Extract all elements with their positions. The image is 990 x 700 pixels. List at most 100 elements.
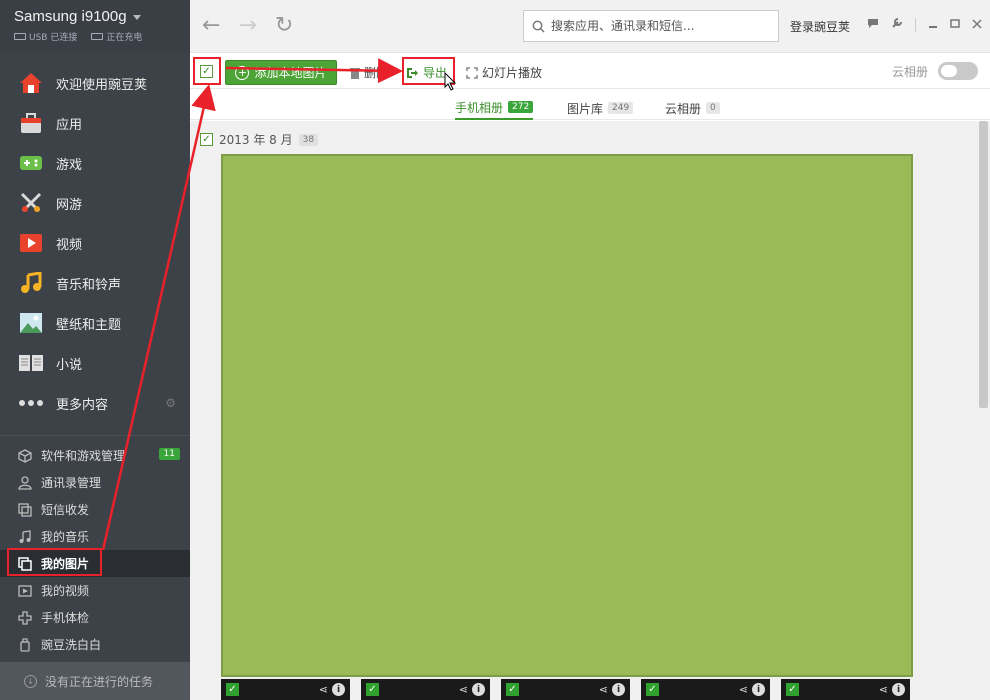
vertical-scrollbar[interactable] bbox=[979, 121, 988, 408]
group-count-badge: 38 bbox=[298, 133, 319, 146]
cloud-album-toggle-group: 云相册 bbox=[892, 62, 978, 80]
nav-item-label: 更多内容 bbox=[56, 397, 109, 413]
history-nav: ← → ↻ bbox=[202, 14, 293, 38]
photo-checkbox[interactable]: ✓ bbox=[786, 683, 799, 696]
group-select-checkbox[interactable]: ✓ bbox=[200, 133, 213, 146]
manage-nav: 软件和游戏管理 11 通讯录管理 短信收发 我的音乐 我的图片 我的视频 手机体… bbox=[0, 436, 190, 658]
photo-checkbox[interactable]: ✓ bbox=[646, 683, 659, 696]
nav-item-music-ringtones[interactable]: 音乐和铃声 bbox=[0, 263, 190, 303]
refresh-icon[interactable]: ↻ bbox=[275, 14, 293, 38]
login-link[interactable]: 登录豌豆荚 bbox=[790, 18, 850, 35]
more-dots-icon bbox=[18, 391, 44, 415]
tab-count-badge: 0 bbox=[706, 102, 720, 114]
nav-item-my-music[interactable]: 我的音乐 bbox=[0, 523, 190, 550]
photo-thumbnail[interactable]: ✓ ⋖ i bbox=[221, 679, 350, 700]
update-count-badge: 11 bbox=[158, 448, 180, 460]
tab-label: 图片库 bbox=[567, 101, 604, 116]
nav-item-welcome[interactable]: 欢迎使用豌豆荚 bbox=[0, 63, 190, 103]
info-icon[interactable]: i bbox=[892, 683, 905, 696]
close-icon[interactable] bbox=[972, 18, 982, 32]
group-date-label: 2013 年 8 月 bbox=[219, 133, 293, 147]
nav-item-contacts[interactable]: 通讯录管理 bbox=[0, 469, 190, 496]
slideshow-button[interactable]: 幻灯片播放 bbox=[466, 64, 542, 81]
photo-thumbnail[interactable]: ✓ ⋖ i bbox=[501, 679, 630, 700]
nav-item-sms[interactable]: 短信收发 bbox=[0, 496, 190, 523]
nav-item-label: 通讯录管理 bbox=[41, 476, 102, 490]
maximize-icon[interactable] bbox=[950, 18, 960, 32]
info-icon[interactable]: i bbox=[612, 683, 625, 696]
photo-checkbox[interactable]: ✓ bbox=[506, 683, 519, 696]
photo-thumbnail[interactable]: ✓ ⋖ i bbox=[361, 679, 490, 700]
nav-item-more[interactable]: 更多内容 ⚙ bbox=[0, 383, 190, 423]
wrench-icon[interactable] bbox=[891, 17, 903, 32]
chevron-down-icon[interactable] bbox=[132, 15, 141, 20]
share-icon[interactable]: ⋖ bbox=[319, 683, 328, 696]
delete-button[interactable]: 删除 bbox=[350, 64, 388, 81]
nav-item-label: 我的图片 bbox=[41, 557, 90, 571]
export-button[interactable]: 导出 bbox=[406, 64, 447, 81]
gamepad-icon bbox=[18, 151, 44, 175]
minimize-icon[interactable] bbox=[928, 18, 938, 32]
mouse-pointer-icon bbox=[444, 72, 457, 91]
search-icon bbox=[532, 20, 545, 33]
nav-item-app-manager[interactable]: 软件和游戏管理 11 bbox=[0, 442, 190, 469]
device-name[interactable]: Samsung i9100g bbox=[14, 8, 190, 25]
share-icon[interactable]: ⋖ bbox=[879, 683, 888, 696]
nav-item-novels[interactable]: 小说 bbox=[0, 343, 190, 383]
tab-phone-album[interactable]: 手机相册 272 bbox=[455, 96, 534, 120]
nav-item-label: 豌豆洗白白 bbox=[41, 638, 102, 652]
add-local-pictures-button[interactable]: + 添加本地图片 bbox=[225, 60, 337, 85]
nav-item-online-games[interactable]: 网游 bbox=[0, 183, 190, 223]
tab-picture-library[interactable]: 图片库 249 bbox=[567, 96, 634, 120]
nav-item-apps[interactable]: 应用 bbox=[0, 103, 190, 143]
sms-icon bbox=[16, 501, 34, 519]
tab-count-badge: 249 bbox=[608, 102, 634, 114]
swords-icon bbox=[18, 191, 44, 215]
tab-count-badge: 272 bbox=[508, 101, 534, 113]
share-icon[interactable]: ⋖ bbox=[739, 683, 748, 696]
tab-cloud-album[interactable]: 云相册 0 bbox=[665, 96, 720, 120]
nav-item-label: 壁纸和主题 bbox=[56, 317, 122, 333]
info-icon[interactable]: i bbox=[472, 683, 485, 696]
nav-item-games[interactable]: 游戏 bbox=[0, 143, 190, 183]
nav-item-label: 小说 bbox=[56, 357, 83, 373]
battery-icon bbox=[91, 33, 104, 40]
nav-item-cleaner[interactable]: 豌豆洗白白 bbox=[0, 631, 190, 658]
nav-item-phone-checkup[interactable]: 手机体检 bbox=[0, 604, 190, 631]
cross-icon bbox=[16, 609, 34, 627]
cloud-album-toggle[interactable] bbox=[938, 62, 978, 80]
photo-checkbox[interactable]: ✓ bbox=[366, 683, 379, 696]
info-icon[interactable]: i bbox=[332, 683, 345, 696]
message-icon[interactable] bbox=[867, 18, 879, 32]
search-input[interactable] bbox=[551, 19, 771, 33]
add-circle-icon: + bbox=[235, 65, 250, 80]
photo-grid-area: ✓ 2013 年 8 月 38 ✓ ⋖ i ✓ ⋖ i ✓ ⋖ i ✓ ⋖ i ✓ ⋖ i bbox=[190, 121, 990, 700]
picture-toolbar: ✓ + 添加本地图片 删除 导出 幻灯片播放 云相册 bbox=[190, 54, 990, 89]
share-icon[interactable]: ⋖ bbox=[599, 683, 608, 696]
photo-checkbox[interactable]: ✓ bbox=[226, 683, 239, 696]
back-arrow-icon[interactable]: ← bbox=[202, 14, 220, 38]
search-box[interactable] bbox=[523, 10, 779, 42]
info-icon[interactable]: i bbox=[752, 683, 765, 696]
video-icon bbox=[16, 582, 34, 600]
nav-item-video[interactable]: 视频 bbox=[0, 223, 190, 263]
photo-thumbnail[interactable]: ✓ ⋖ i bbox=[641, 679, 770, 700]
nav-item-my-pictures[interactable]: 我的图片 bbox=[0, 550, 190, 577]
main-nav: 欢迎使用豌豆荚 应用 游戏 网游 视频 音乐和铃声 壁纸和主题 小说 更多内容 … bbox=[0, 53, 190, 423]
select-all-checkbox[interactable]: ✓ bbox=[200, 65, 213, 78]
forward-arrow-icon[interactable]: → bbox=[238, 14, 256, 38]
person-icon bbox=[16, 474, 34, 492]
photo-group-header: ✓ 2013 年 8 月 38 bbox=[200, 131, 319, 148]
share-icon[interactable]: ⋖ bbox=[459, 683, 468, 696]
photo-thumbnail[interactable]: ✓ ⋖ i bbox=[781, 679, 910, 700]
tab-label: 手机相册 bbox=[455, 100, 504, 115]
nav-item-my-videos[interactable]: 我的视频 bbox=[0, 577, 190, 604]
book-icon bbox=[18, 351, 44, 375]
photo-preview[interactable] bbox=[221, 154, 913, 677]
nav-item-wallpaper[interactable]: 壁纸和主题 bbox=[0, 303, 190, 343]
device-panel[interactable]: Samsung i9100g USB 已连接 正在充电 bbox=[0, 0, 190, 53]
task-status-bar[interactable]: ↓ 没有正在进行的任务 bbox=[0, 662, 190, 700]
nav-item-label: 视频 bbox=[56, 237, 83, 253]
gear-icon[interactable]: ⚙ bbox=[165, 396, 176, 410]
fullscreen-icon bbox=[466, 66, 478, 79]
